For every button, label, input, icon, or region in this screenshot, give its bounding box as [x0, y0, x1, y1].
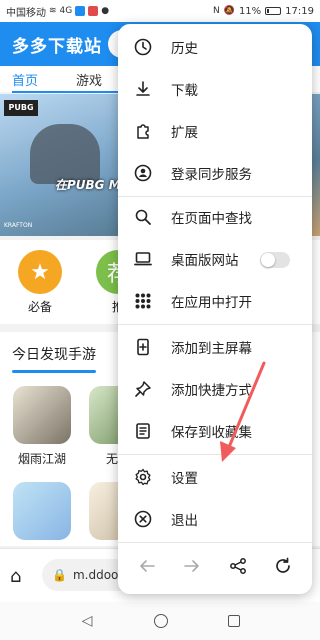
battery-percent: 11% — [238, 5, 262, 17]
section-title: 今日发现手游 — [12, 347, 96, 363]
game-icon — [13, 386, 71, 444]
clock-time: 17:19 — [285, 5, 314, 17]
banner-character — [30, 124, 100, 184]
carrier-label: 中国移动 — [6, 7, 46, 19]
menu-item-open-in-app[interactable]: 在应用中打开 — [118, 280, 312, 322]
download-icon — [133, 79, 153, 99]
tab-games[interactable]: 游戏 — [76, 70, 102, 89]
banner-publisher: KRAFTON — [4, 222, 33, 229]
nav-recents-icon[interactable] — [228, 615, 240, 627]
game-icon — [13, 482, 71, 540]
menu-item-settings[interactable]: 设置 — [118, 456, 312, 498]
refresh-icon[interactable] — [272, 555, 294, 577]
menu-item-download[interactable]: 下载 — [118, 68, 312, 110]
nfc-icon: N — [212, 5, 220, 16]
star-icon: ★ — [18, 250, 62, 294]
menu-label: 退出 — [171, 513, 198, 529]
home-icon[interactable]: ⌂ — [10, 566, 21, 587]
game-card[interactable] — [12, 482, 72, 540]
pin-icon — [133, 379, 153, 399]
category-essential[interactable]: ★ 必备 — [18, 250, 62, 315]
nav-home-icon[interactable] — [154, 614, 168, 628]
extension-icon — [133, 121, 153, 141]
menu-bottom-toolbar — [118, 544, 312, 588]
menu-label: 保存到收藏集 — [171, 425, 252, 441]
menu-label: 桌面版网站 — [171, 253, 239, 269]
share-icon[interactable] — [227, 555, 249, 577]
battery-icon — [265, 7, 282, 15]
status-bar: 中国移动 ≋ 4G ● N 🔕 11% 17:19 — [0, 0, 320, 22]
menu-item-add-shortcut[interactable]: 添加快捷方式 — [118, 368, 312, 410]
menu-item-save-to-collection[interactable]: 保存到收藏集 — [118, 410, 312, 452]
menu-label: 在页面中查找 — [171, 211, 252, 227]
section-underline — [12, 370, 96, 373]
app-notification-icon-2 — [88, 6, 99, 16]
category-label: 必备 — [27, 300, 52, 314]
signal-label: 4G — [59, 5, 73, 16]
menu-divider — [118, 324, 312, 325]
account-icon — [133, 163, 153, 183]
banner-logo: PUBG — [4, 100, 38, 116]
exit-icon — [133, 509, 153, 529]
desktop-site-toggle[interactable] — [260, 252, 290, 268]
forward-arrow-icon[interactable] — [181, 555, 203, 577]
menu-item-find-in-page[interactable]: 在页面中查找 — [118, 196, 312, 238]
menu-item-desktop-site[interactable]: 桌面版网站 — [118, 238, 312, 280]
menu-label: 添加快捷方式 — [171, 383, 252, 399]
settings-icon — [133, 467, 153, 487]
menu-divider — [118, 542, 312, 543]
menu-item-exit[interactable]: 退出 — [118, 498, 312, 540]
menu-label: 在应用中打开 — [171, 295, 252, 311]
apps-grid-icon — [133, 291, 153, 311]
menu-label: 设置 — [171, 471, 198, 487]
menu-label: 历史 — [171, 41, 198, 57]
collection-icon — [133, 421, 153, 441]
browser-overflow-menu: 历史 下载 扩展 登录同步服务 在页面中查找 桌面版网站 在应用中打开 添加到主… — [118, 24, 312, 594]
game-card[interactable]: 烟雨江湖 — [12, 386, 72, 467]
menu-label: 扩展 — [171, 125, 198, 141]
add-homescreen-icon — [133, 337, 153, 357]
menu-label: 添加到主屏幕 — [171, 341, 252, 357]
find-icon — [133, 207, 153, 227]
menu-item-extensions[interactable]: 扩展 — [118, 110, 312, 152]
system-nav-bar: ◁ — [0, 602, 320, 640]
message-icon: ● — [101, 5, 110, 16]
menu-item-sign-in-sync[interactable]: 登录同步服务 — [118, 152, 312, 194]
wifi-icon: ≋ — [49, 5, 57, 16]
lock-icon: 🔒 — [52, 568, 67, 582]
clock-icon — [133, 37, 153, 57]
menu-label: 登录同步服务 — [171, 167, 252, 183]
menu-item-history[interactable]: 历史 — [118, 26, 312, 68]
url-text: m.ddoo — [72, 568, 119, 582]
back-arrow-icon[interactable] — [136, 555, 158, 577]
tab-home[interactable]: 首页 — [12, 70, 38, 89]
menu-item-add-to-home[interactable]: 添加到主屏幕 — [118, 326, 312, 368]
toggle-knob — [261, 253, 275, 267]
menu-divider — [118, 454, 312, 455]
app-notification-icon — [75, 6, 86, 16]
mute-icon: 🔕 — [223, 5, 235, 16]
game-label: 烟雨江湖 — [17, 452, 66, 466]
desktop-icon — [133, 249, 153, 269]
nav-back-icon[interactable]: ◁ — [80, 614, 94, 628]
menu-label: 下载 — [171, 83, 198, 99]
site-title: 多多下载站 — [12, 36, 102, 57]
banner-text: 在PUBG M — [55, 178, 121, 192]
